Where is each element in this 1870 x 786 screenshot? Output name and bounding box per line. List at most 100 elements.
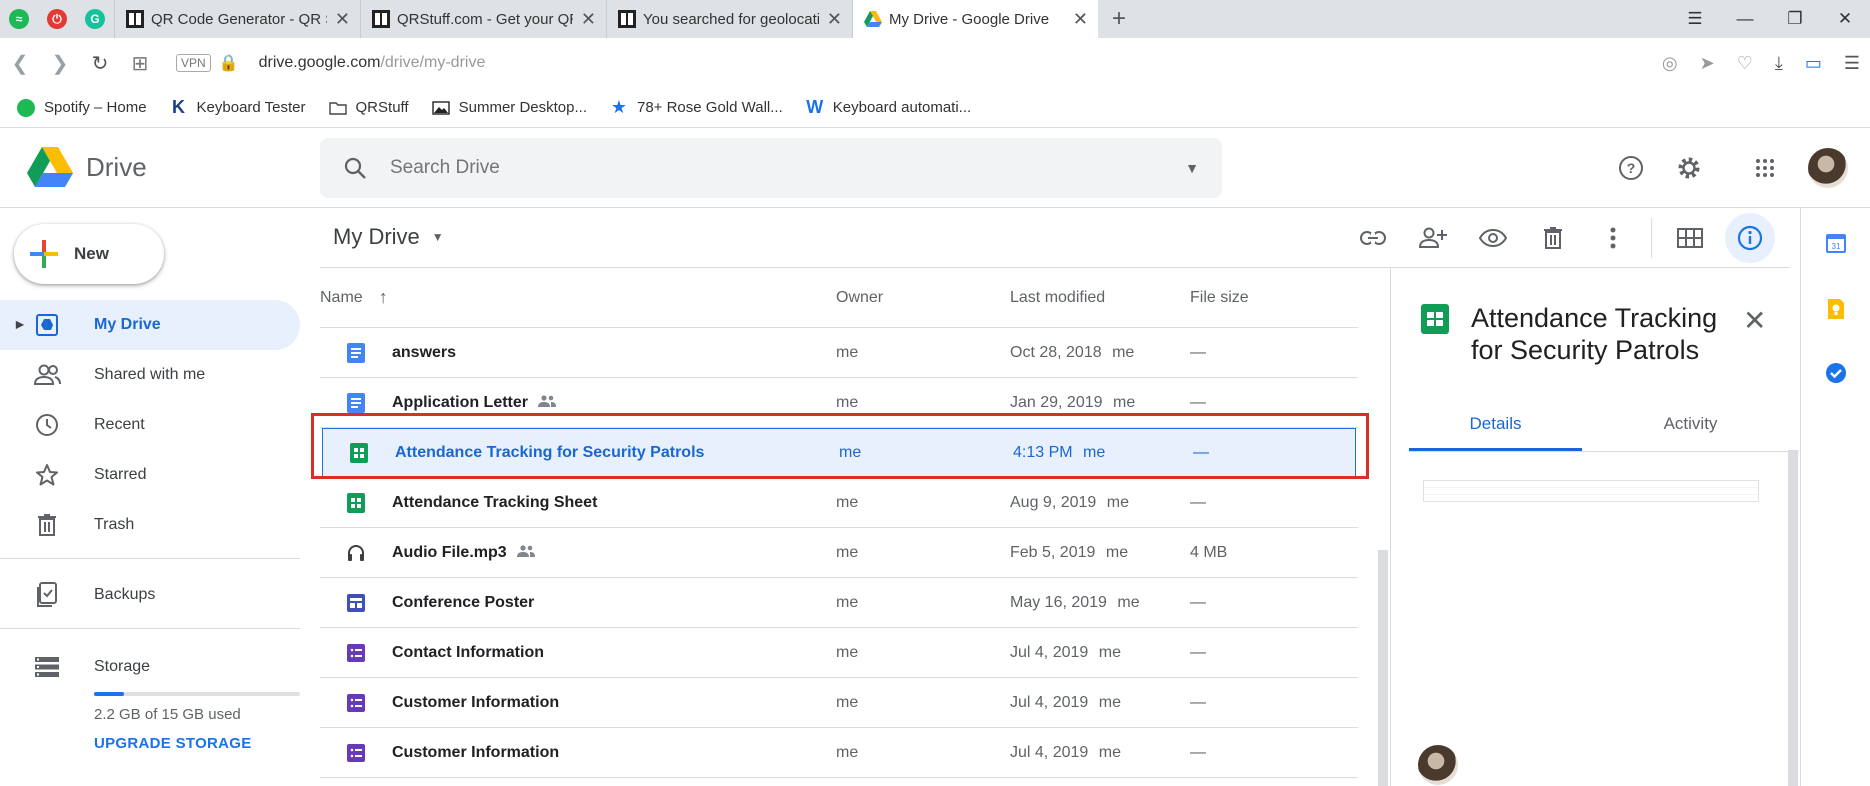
table-row[interactable]: Audio File.mp3 me Feb 5, 2019 me 4 MB [320, 528, 1358, 578]
vpn-badge[interactable]: VPN [176, 54, 211, 72]
plus-icon [14, 238, 74, 270]
power-pinned-tab[interactable]: ⏻ [38, 0, 76, 38]
view-details-info-icon[interactable] [1725, 213, 1775, 263]
table-row[interactable]: Application Letter me Jan 29, 2019 me — [320, 378, 1358, 428]
sidebar-item-starred[interactable]: Starred [0, 450, 300, 500]
table-row[interactable]: Customer Information me Jul 4, 2019 me — [320, 678, 1358, 728]
bookmark[interactable]: W Keyboard automati... [805, 97, 971, 118]
get-link-icon[interactable] [1343, 231, 1403, 245]
settings-sliders-icon[interactable]: ☰ [1844, 53, 1860, 74]
tab-activity[interactable]: Activity [1582, 402, 1799, 451]
tab-menu-icon[interactable]: ☰ [1670, 9, 1720, 29]
sort-ascending-arrow-icon[interactable]: ↑ [379, 287, 388, 308]
grammarly-pinned-tab[interactable]: G [76, 0, 114, 38]
close-tab-icon[interactable]: ✕ [581, 9, 596, 30]
table-row[interactable]: Attendance Tracking Sheet me Aug 9, 2019 m… [320, 478, 1358, 528]
search-bar[interactable]: ▼ [320, 138, 1222, 198]
upgrade-storage-link[interactable]: UPGRADE STORAGE [94, 735, 252, 752]
sidebar-item-storage[interactable]: Storage [0, 642, 300, 692]
file-name: Contact Information [392, 643, 544, 661]
breadcrumb[interactable]: My Drive ▼ [333, 224, 444, 250]
sidebar-item-shared-with-me[interactable]: Shared with me [0, 350, 300, 400]
main-toolbar: My Drive ▼ [320, 208, 1790, 268]
help-icon[interactable]: ? [1602, 155, 1660, 181]
calendar-icon[interactable]: 31 [1825, 232, 1847, 254]
close-details-icon[interactable]: ✕ [1743, 304, 1766, 337]
spotify-pinned-tab[interactable]: ≈ [0, 0, 38, 38]
last-modified-cell: May 16, 2019 me [1010, 594, 1190, 612]
file-list-scrollbar[interactable] [1378, 550, 1388, 786]
preview-eye-icon[interactable] [1463, 229, 1523, 247]
sidebar-item-backups[interactable]: Backups [0, 570, 300, 620]
bookmark[interactable]: ★ 78+ Rose Gold Wall... [609, 97, 783, 118]
table-row[interactable]: Contact Information me Jul 4, 2019 me — [320, 628, 1358, 678]
tasks-icon[interactable] [1825, 362, 1847, 384]
bookmark[interactable]: Summer Desktop... [431, 98, 587, 118]
table-row[interactable]: answers me Oct 28, 2018 me — [320, 328, 1358, 378]
sidebar-item-recent[interactable]: Recent [0, 400, 300, 450]
browser-tab[interactable]: You searched for geolocatio ✕ [606, 0, 852, 38]
folder-icon [328, 98, 348, 118]
drive-logo[interactable]: Drive [26, 146, 147, 188]
close-tab-icon[interactable]: ✕ [1073, 9, 1088, 30]
close-window-button[interactable]: ✕ [1820, 9, 1870, 29]
sidebar-divider [0, 558, 300, 559]
grid-view-icon[interactable] [1660, 228, 1720, 248]
table-row-selected[interactable]: Attendance Tracking for Security Patrols… [322, 428, 1356, 478]
column-header-owner[interactable]: Owner [836, 289, 1010, 307]
table-row[interactable]: Conference Poster me May 16, 2019 me — [320, 578, 1358, 628]
search-icon[interactable] [320, 156, 390, 180]
side-apps-panel: 31 [1800, 208, 1870, 786]
new-tab-button[interactable]: + [1098, 5, 1140, 33]
search-input[interactable] [390, 157, 1162, 179]
bookmark[interactable]: K Keyboard Tester [169, 97, 305, 118]
bookmark[interactable]: QRStuff [328, 98, 409, 118]
remove-trash-icon[interactable] [1523, 226, 1583, 250]
file-size-cell: — [1190, 343, 1206, 361]
browser-tab[interactable]: QR Code Generator - QR Sc ✕ [114, 0, 360, 38]
more-actions-icon[interactable] [1583, 227, 1643, 249]
modified-date: Jan 29, 2019 [1010, 393, 1103, 411]
new-button[interactable]: New [14, 224, 164, 284]
column-header-name[interactable]: Name ↑ [320, 287, 836, 308]
column-header-last-modified[interactable]: Last modified [1010, 289, 1190, 307]
speed-dial-icon[interactable]: ⊞ [120, 51, 160, 76]
sidebar-item-label: Backups [94, 586, 156, 603]
url-field[interactable]: drive.google.com/drive/my-drive [259, 54, 486, 72]
sidebar-divider [0, 628, 300, 629]
spotify-icon: ≈ [9, 9, 29, 29]
left-sidebar: New ▶ My Drive Shared with me Recent Sta… [0, 208, 300, 786]
search-options-dropdown-icon[interactable]: ▼ [1162, 160, 1222, 176]
file-preview-thumbnail[interactable] [1409, 452, 1789, 786]
download-icon[interactable]: ⤓ [1775, 53, 1783, 74]
account-avatar[interactable] [1808, 148, 1848, 188]
browser-tab-active[interactable]: My Drive - Google Drive ✕ [852, 0, 1098, 38]
chevron-down-icon[interactable]: ▼ [432, 230, 444, 244]
bookmark[interactable]: Spotify – Home [16, 98, 147, 118]
back-button[interactable]: ❮ [0, 51, 40, 76]
battery-icon[interactable]: ▭ [1805, 53, 1822, 74]
browser-tab[interactable]: QRStuff.com - Get your QR ✕ [360, 0, 606, 38]
minimize-button[interactable]: — [1720, 9, 1770, 29]
tab-details[interactable]: Details [1409, 402, 1582, 451]
close-tab-icon[interactable]: ✕ [827, 9, 842, 30]
lock-icon[interactable]: 🔒 [219, 53, 239, 73]
close-tab-icon[interactable]: ✕ [335, 9, 350, 30]
keep-icon[interactable] [1825, 298, 1847, 320]
table-row[interactable]: Customer Information me Jul 4, 2019 me — [320, 728, 1358, 778]
reload-button[interactable]: ↻ [80, 51, 120, 76]
maximize-button[interactable]: ❐ [1770, 9, 1820, 29]
heart-icon[interactable]: ♡ [1737, 53, 1753, 74]
expand-caret-icon[interactable]: ▶ [16, 320, 24, 331]
forward-button[interactable]: ❯ [40, 51, 80, 76]
apps-grid-icon[interactable] [1736, 158, 1794, 178]
sidebar-item-trash[interactable]: Trash [0, 500, 300, 550]
column-header-file-size[interactable]: File size [1190, 289, 1340, 307]
camera-icon[interactable]: ◎ [1662, 53, 1678, 74]
sidebar-item-my-drive[interactable]: ▶ My Drive [0, 300, 300, 350]
send-icon[interactable]: ➤ [1700, 53, 1715, 74]
details-scrollbar[interactable] [1788, 450, 1798, 786]
settings-gear-icon[interactable] [1660, 155, 1718, 181]
add-person-icon[interactable] [1403, 227, 1463, 249]
bookmark-label: 78+ Rose Gold Wall... [636, 99, 783, 116]
